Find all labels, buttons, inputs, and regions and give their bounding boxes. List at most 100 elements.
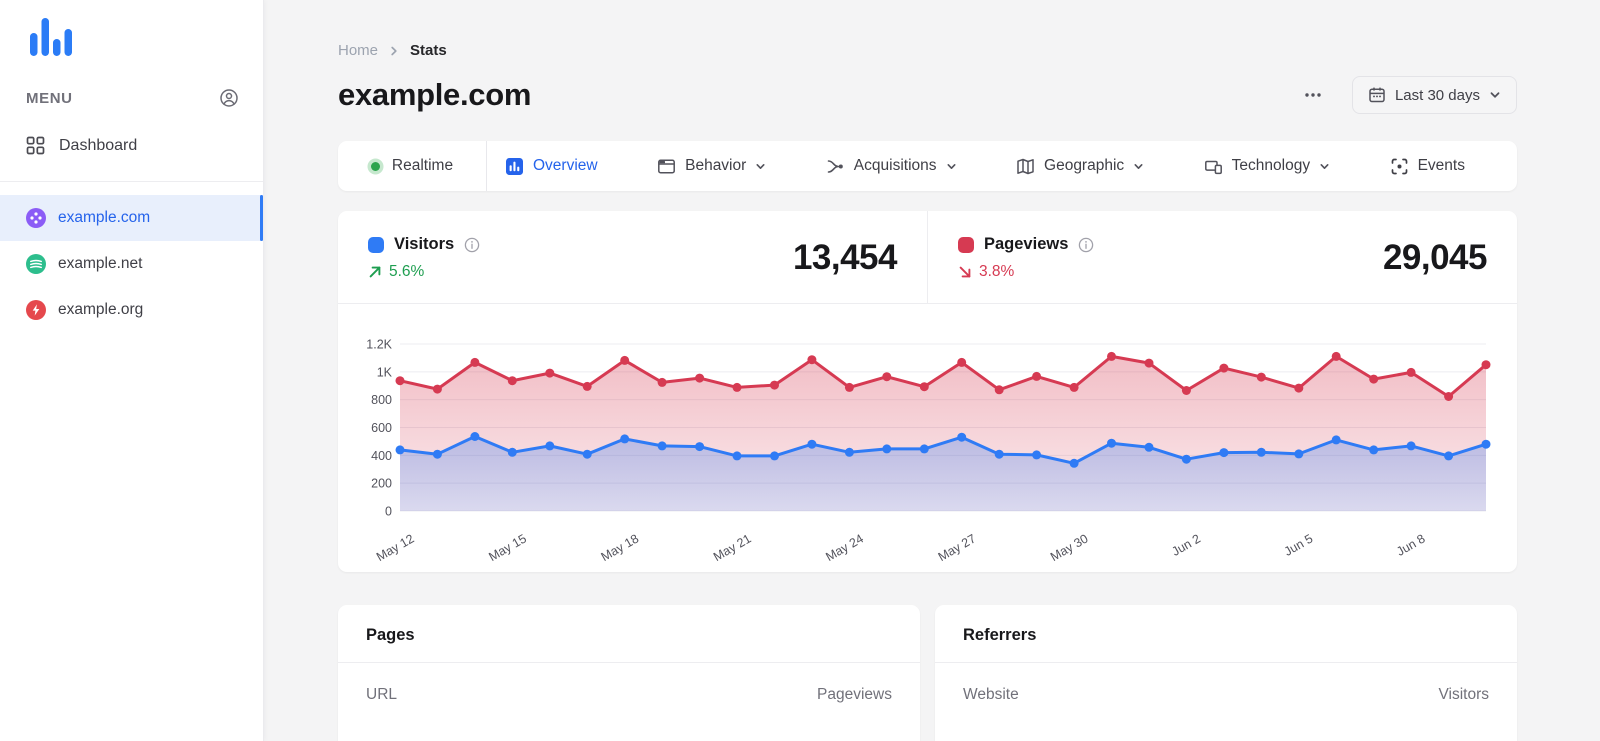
svg-text:Jun 2: Jun 2 bbox=[1169, 531, 1203, 558]
svg-text:May 24: May 24 bbox=[823, 531, 866, 564]
column-header-visitors: Visitors bbox=[1438, 686, 1489, 704]
metric-label: Pageviews bbox=[984, 235, 1068, 254]
tab-label: Geographic bbox=[1044, 157, 1124, 175]
svg-text:May 12: May 12 bbox=[374, 531, 417, 564]
tab-geographic[interactable]: Geographic bbox=[1016, 157, 1144, 176]
tab-bar: Realtime Overview bbox=[338, 141, 1517, 191]
tab-group: Overview Behavior bbox=[487, 141, 1517, 191]
tab-label: Technology bbox=[1232, 157, 1310, 175]
tab-acquisitions[interactable]: Acquisitions bbox=[826, 157, 957, 176]
website-name: example.com bbox=[58, 209, 150, 227]
referrers-panel: Referrers Website Visitors bbox=[935, 605, 1517, 741]
tab-label: Events bbox=[1418, 157, 1465, 175]
traffic-line-chart: 0 200 400 600 800 1K 1.2K May 12 May 15 May 18 May… bbox=[366, 312, 1489, 562]
chevron-down-icon bbox=[1489, 89, 1501, 101]
realtime-status-dot-icon bbox=[371, 162, 380, 171]
column-header-website: Website bbox=[963, 686, 1019, 704]
pageviews-count: 29,045 bbox=[1383, 238, 1487, 278]
chevron-down-icon bbox=[1133, 161, 1144, 172]
app: MENU Dashboard bbox=[0, 0, 1600, 741]
metric-change: 3.8% bbox=[958, 263, 1094, 281]
website-bolt-icon bbox=[26, 300, 46, 320]
breadcrumb-chevron-icon bbox=[388, 45, 400, 57]
detail-panels: Pages URL Pageviews Referrers Website Vi… bbox=[338, 605, 1517, 741]
website-name: example.org bbox=[58, 301, 143, 319]
breadcrumb-current: Stats bbox=[410, 42, 447, 59]
svg-text:May 27: May 27 bbox=[936, 531, 979, 564]
tab-realtime[interactable]: Realtime bbox=[338, 141, 487, 191]
overview-chart[interactable]: 0 200 400 600 800 1K 1.2K May 12 May 15 May 18 May… bbox=[338, 304, 1517, 572]
metric-info: Pageviews 3.8% bbox=[958, 235, 1094, 281]
tab-technology[interactable]: Technology bbox=[1204, 157, 1330, 176]
breadcrumb-home-link[interactable]: Home bbox=[338, 42, 378, 59]
column-header-url: URL bbox=[366, 686, 397, 704]
panel-title: Pages bbox=[338, 605, 920, 663]
website-name: example.net bbox=[58, 255, 142, 273]
svg-text:800: 800 bbox=[371, 393, 392, 407]
pages-panel: Pages URL Pageviews bbox=[338, 605, 920, 741]
page-header: example.com Last 30 days bbox=[338, 73, 1517, 117]
menu-label: MENU bbox=[26, 90, 73, 107]
grid-icon bbox=[26, 136, 45, 155]
tab-behavior[interactable]: Behavior bbox=[657, 157, 766, 176]
website-waves-icon bbox=[26, 254, 46, 274]
svg-text:Jun 8: Jun 8 bbox=[1394, 531, 1428, 558]
svg-text:May 18: May 18 bbox=[599, 531, 642, 564]
sidebar: MENU Dashboard bbox=[0, 0, 264, 741]
tab-label: Acquisitions bbox=[854, 157, 937, 175]
metric-visitors: Visitors 5.6% 1 bbox=[338, 211, 927, 303]
tab-events[interactable]: Events bbox=[1390, 157, 1465, 176]
metric-pageviews: Pageviews 3.8% bbox=[927, 211, 1517, 303]
info-icon[interactable] bbox=[1078, 237, 1094, 253]
svg-text:1K: 1K bbox=[377, 365, 393, 379]
sidebar-item-example-net[interactable]: example.net bbox=[0, 241, 263, 287]
svg-text:Jun 5: Jun 5 bbox=[1282, 531, 1316, 558]
scan-target-icon bbox=[1390, 157, 1409, 176]
sidebar-item-label: Dashboard bbox=[59, 137, 137, 155]
metric-change: 5.6% bbox=[368, 263, 480, 281]
map-icon bbox=[1016, 157, 1035, 176]
svg-text:0: 0 bbox=[385, 505, 392, 519]
panel-title: Referrers bbox=[935, 605, 1517, 663]
tab-label: Overview bbox=[533, 157, 598, 175]
sidebar-item-example-com[interactable]: example.com bbox=[0, 195, 263, 241]
metric-change-value: 3.8% bbox=[979, 263, 1014, 281]
more-options-button[interactable] bbox=[1298, 81, 1328, 109]
bar-chart-icon bbox=[505, 157, 524, 176]
svg-text:May 15: May 15 bbox=[486, 531, 529, 564]
breadcrumb: Home Stats bbox=[338, 42, 1517, 59]
tab-overview[interactable]: Overview bbox=[505, 157, 598, 176]
user-profile-icon[interactable] bbox=[219, 88, 239, 108]
arrow-down-right-icon bbox=[958, 265, 972, 279]
chevron-down-icon bbox=[1319, 161, 1330, 172]
tab-label: Realtime bbox=[392, 157, 453, 175]
ellipsis-icon bbox=[1302, 85, 1324, 105]
metric-label: Visitors bbox=[394, 235, 454, 254]
website-list: example.com example.net ex bbox=[0, 195, 263, 333]
sidebar-divider bbox=[0, 181, 263, 182]
website-dots-icon bbox=[26, 208, 46, 228]
svg-text:600: 600 bbox=[371, 421, 392, 435]
menu-header: MENU bbox=[26, 88, 239, 108]
svg-text:200: 200 bbox=[371, 477, 392, 491]
visitors-count: 13,454 bbox=[793, 238, 897, 278]
chevron-down-icon bbox=[755, 161, 766, 172]
svg-text:1.2K: 1.2K bbox=[366, 338, 392, 352]
info-icon[interactable] bbox=[464, 237, 480, 253]
sidebar-item-example-org[interactable]: example.org bbox=[0, 287, 263, 333]
header-actions: Last 30 days bbox=[1298, 76, 1517, 114]
arrow-up-right-icon bbox=[368, 265, 382, 279]
date-range-label: Last 30 days bbox=[1395, 87, 1480, 104]
metrics-row: Visitors 5.6% 1 bbox=[338, 211, 1517, 304]
svg-text:400: 400 bbox=[371, 449, 392, 463]
date-range-button[interactable]: Last 30 days bbox=[1352, 76, 1517, 114]
chevron-down-icon bbox=[946, 161, 957, 172]
branch-flow-icon bbox=[826, 157, 845, 176]
page-title: example.com bbox=[338, 77, 531, 113]
metric-info: Visitors 5.6% bbox=[368, 235, 480, 281]
browser-window-icon bbox=[657, 157, 676, 176]
app-logo-icon bbox=[26, 14, 72, 58]
overview-section: Visitors 5.6% 1 bbox=[338, 211, 1517, 572]
sidebar-item-dashboard[interactable]: Dashboard bbox=[0, 122, 263, 169]
visitors-color-swatch bbox=[368, 237, 384, 253]
